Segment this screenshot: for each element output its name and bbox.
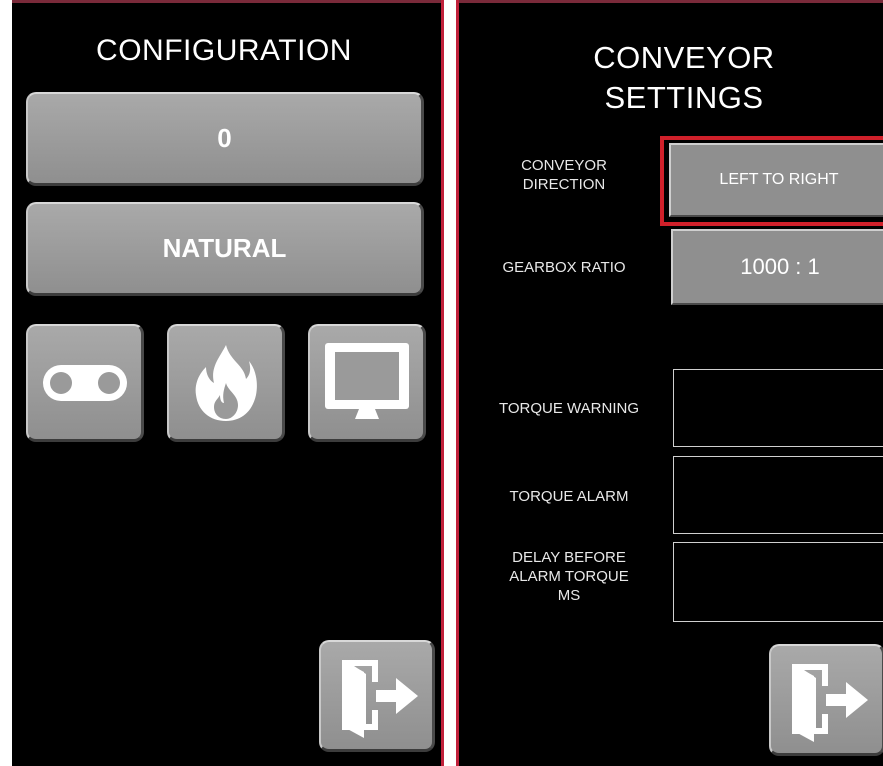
title-line-2: SETTINGS (604, 80, 764, 115)
value-button[interactable]: 0 (26, 92, 424, 186)
conveyor-icon (41, 363, 129, 403)
display-button[interactable] (308, 324, 426, 442)
title-line-1: CONVEYOR (593, 40, 775, 75)
torque-warning-label: TORQUE WARNING (498, 400, 639, 417)
label-line: DELAY BEFORE (512, 549, 626, 566)
torque-warning-field[interactable] (673, 369, 883, 447)
panel-top-border (12, 0, 441, 3)
conveyor-button[interactable] (26, 324, 144, 442)
delay-before-alarm-label: DELAY BEFORE ALARM TORQUE MS (469, 548, 669, 605)
fire-button[interactable] (167, 324, 285, 442)
conveyor-direction-label: CONVEYOR DIRECTION (469, 156, 659, 194)
fire-icon (194, 343, 258, 423)
label-line: CONVEYOR (521, 157, 607, 174)
configuration-panel: CONFIGURATION 0 NATURAL (12, 0, 444, 766)
exit-button[interactable] (319, 640, 435, 752)
panel-top-border (459, 0, 883, 3)
monitor-icon (321, 339, 413, 427)
gearbox-ratio-label: GEARBOX RATIO (502, 259, 626, 276)
conveyor-direction-button[interactable]: LEFT TO RIGHT (669, 143, 883, 217)
gearbox-ratio-button[interactable]: 1000 : 1 (671, 229, 883, 305)
conveyor-settings-title: CONVEYOR SETTINGS (549, 38, 819, 118)
conveyor-settings-panel: CONVEYOR SETTINGS CONVEYOR DIRECTION LEF… (456, 0, 883, 766)
configuration-title: CONFIGURATION (96, 34, 352, 67)
natural-mode-button[interactable]: NATURAL (26, 202, 424, 296)
torque-alarm-field[interactable] (673, 456, 883, 534)
torque-alarm-label: TORQUE ALARM (509, 488, 629, 505)
exit-door-icon (782, 656, 872, 744)
exit-door-icon (332, 652, 422, 740)
exit-button[interactable] (769, 644, 883, 756)
label-line: DIRECTION (522, 176, 606, 193)
label-line: MS (557, 587, 581, 604)
delay-before-alarm-field[interactable] (673, 542, 883, 622)
label-line: ALARM TORQUE (509, 568, 629, 585)
